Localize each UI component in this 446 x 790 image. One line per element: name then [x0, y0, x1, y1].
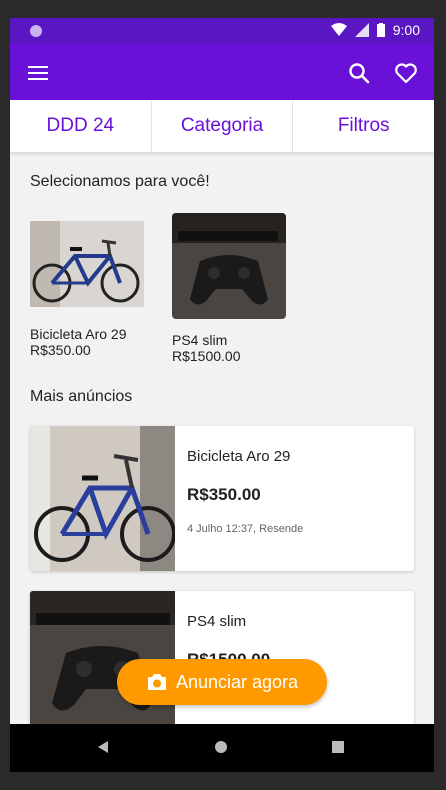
selected-carousel: Bicicleta Aro 29 R$350.00 PS4 slim R$150… [30, 213, 434, 364]
app-bar [10, 44, 434, 100]
back-icon[interactable] [98, 741, 108, 753]
more-section-title: Mais anúncios [30, 388, 133, 405]
signal-icon [354, 23, 369, 37]
post-ad-button[interactable]: Anunciar agora [117, 659, 327, 705]
home-icon[interactable] [215, 741, 227, 753]
bicycle-photo [30, 426, 175, 571]
selected-item-title: PS4 slim [172, 332, 228, 348]
notification-dot-icon [30, 25, 42, 37]
selected-item-bicycle[interactable]: Bicicleta Aro 29 R$350.00 [30, 213, 144, 364]
filter-category-button[interactable]: Categoria [152, 100, 294, 152]
favorites-heart-icon[interactable] [394, 61, 418, 85]
filter-filters-button[interactable]: Filtros [293, 100, 434, 152]
filter-ddd-button[interactable]: DDD 24 [10, 100, 152, 152]
search-icon[interactable] [348, 62, 370, 84]
system-nav-bar [10, 724, 434, 772]
selected-item-price: R$1500.00 [172, 348, 241, 364]
bicycle-photo [30, 221, 144, 307]
listing-title: PS4 slim [187, 613, 247, 630]
selected-item-title: Bicicleta Aro 29 [30, 326, 127, 342]
menu-icon[interactable] [28, 66, 48, 80]
post-ad-label: Anunciar agora [175, 671, 299, 692]
camera-icon [147, 674, 166, 690]
status-bar: 9:00 [10, 18, 434, 44]
listing-title: Bicicleta Aro 29 [187, 448, 291, 465]
wifi-icon [330, 23, 347, 36]
selected-item-price: R$350.00 [30, 342, 91, 358]
listing-date-location: 4 Julho 12:37, Resende [187, 523, 304, 535]
battery-icon [376, 23, 385, 37]
selected-section-title: Selecionamos para você! [30, 173, 210, 190]
filter-bar: DDD 24 Categoria Filtros [10, 100, 434, 153]
phone-screen: 9:00 DDD 24 Categoria Filtros Selecionam… [10, 18, 434, 772]
recent-apps-icon[interactable] [332, 741, 344, 753]
ps4-photo [172, 213, 286, 319]
status-time: 9:00 [392, 22, 420, 38]
listing-card-bicycle[interactable]: Bicicleta Aro 29 R$350.00 4 Julho 12:37,… [30, 426, 414, 571]
listing-price: R$350.00 [187, 485, 261, 504]
selected-item-ps4[interactable]: PS4 slim R$1500.00 [172, 213, 286, 364]
